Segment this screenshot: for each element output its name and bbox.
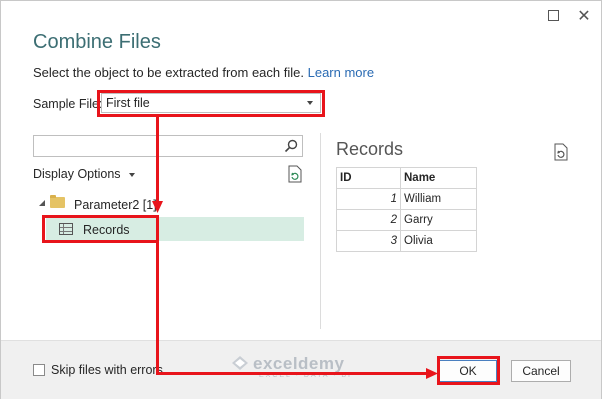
annotation-arrow-line: [156, 372, 428, 375]
search-input[interactable]: [33, 135, 303, 157]
annotation-box-sample-file: [97, 90, 325, 117]
table-row: 2 Garry: [336, 209, 477, 231]
annotation-arrow-head: [152, 201, 163, 213]
collapse-icon[interactable]: [39, 200, 45, 206]
sample-file-label: Sample File:: [33, 97, 103, 111]
watermark-brand: exceldemy: [253, 354, 345, 373]
instruction-text: Select the object to be extracted from e…: [33, 65, 374, 80]
maximize-icon: [547, 10, 559, 21]
table-header-row: ID Name: [336, 167, 477, 189]
chevron-down-icon: [128, 172, 135, 177]
table-cell: 1: [336, 188, 401, 210]
preview-title: Records: [336, 139, 404, 159]
annotation-arrow-line: [156, 117, 159, 203]
maximize-button[interactable]: [544, 7, 562, 25]
display-options-label: Display Options: [33, 167, 121, 181]
table-cell: William: [400, 188, 477, 210]
search-icon[interactable]: [284, 139, 298, 153]
refresh-preview-icon[interactable]: [553, 143, 569, 161]
exceldemy-watermark: exceldemy EXCEL · DATA · BI: [231, 354, 352, 379]
skip-errors-label[interactable]: Skip files with errors: [51, 363, 163, 377]
refresh-icon[interactable]: [287, 165, 303, 183]
dialog-title: Combine Files: [33, 31, 161, 53]
skip-errors-checkbox[interactable]: [33, 364, 45, 376]
column-header-id: ID: [336, 167, 401, 189]
pane-divider[interactable]: [320, 133, 321, 329]
annotation-arrow-head: [426, 368, 438, 379]
preview-table: ID Name 1 William 2 Garry 3 Olivia: [336, 167, 477, 252]
learn-more-link[interactable]: Learn more: [308, 65, 374, 80]
table-cell: Olivia: [400, 230, 477, 252]
column-header-name: Name: [400, 167, 477, 189]
instruction-label: Select the object to be extracted from e…: [33, 65, 304, 80]
table-cell: Garry: [400, 209, 477, 231]
table-row: 3 Olivia: [336, 230, 477, 252]
folder-icon: [50, 195, 65, 208]
annotation-box-ok: [437, 356, 500, 385]
display-options-button[interactable]: Display Options: [33, 167, 135, 181]
annotation-box-records: [42, 215, 159, 243]
tree-item-parameter2[interactable]: Parameter2 [1]: [74, 198, 157, 212]
exceldemy-logo-icon: [232, 356, 248, 370]
table-row: 1 William: [336, 188, 477, 210]
table-cell: 3: [336, 230, 401, 252]
table-cell: 2: [336, 209, 401, 231]
annotation-arrow-line: [156, 243, 159, 375]
cancel-button[interactable]: Cancel: [511, 360, 571, 382]
combine-files-dialog: ✕ Combine Files Select the object to be …: [0, 0, 602, 399]
close-button[interactable]: ✕: [575, 7, 593, 25]
